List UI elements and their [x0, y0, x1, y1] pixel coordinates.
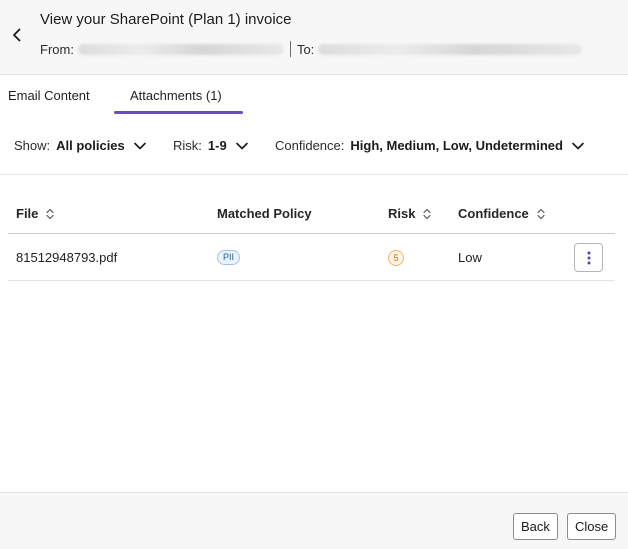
- tab-attachments[interactable]: Attachments (1): [130, 88, 222, 103]
- column-header-label: File: [16, 206, 39, 221]
- table-row[interactable]: 81512948793.pdf PII 5 Low: [8, 234, 615, 281]
- risk-score-badge: 5: [388, 250, 404, 266]
- active-tab-indicator: [114, 111, 243, 114]
- column-header-matched-policy: Matched Policy: [217, 206, 312, 221]
- back-button[interactable]: Back: [513, 513, 558, 540]
- confidence-filter-value: High, Medium, Low, Undetermined: [350, 138, 563, 153]
- from-address-redacted: [77, 43, 284, 55]
- to-address-redacted: [318, 43, 583, 55]
- chevron-down-icon: [235, 142, 248, 150]
- dialog-footer: Back Close: [0, 492, 628, 549]
- close-button[interactable]: Close: [567, 513, 617, 540]
- confidence-cell: Low: [458, 250, 482, 265]
- back-chevron-icon[interactable]: [8, 24, 26, 46]
- show-filter-dropdown[interactable]: Show: All policies: [14, 138, 146, 153]
- policy-badge: PII: [217, 250, 241, 265]
- column-header-label: Risk: [388, 206, 416, 221]
- column-header-risk[interactable]: Risk: [388, 206, 432, 221]
- to-label: To:: [296, 41, 315, 57]
- meta-divider: [289, 41, 291, 57]
- column-header-label: Confidence: [458, 206, 529, 221]
- dialog-header: View your SharePoint (Plan 1) invoice Fr…: [0, 0, 628, 75]
- more-actions-button[interactable]: [574, 243, 603, 272]
- more-vertical-icon: [587, 251, 590, 264]
- filter-bar: Show: All policies Risk: 1-9 Confidence:…: [0, 117, 628, 175]
- column-header-label: Matched Policy: [217, 206, 312, 221]
- from-label: From:: [40, 41, 74, 57]
- show-filter-value: All policies: [56, 138, 125, 153]
- chevron-down-icon: [133, 142, 146, 150]
- table-header: File Matched Policy Risk Confidence: [8, 192, 615, 234]
- risk-filter-value: 1-9: [207, 138, 227, 153]
- dialog-title: View your SharePoint (Plan 1) invoice: [40, 11, 292, 28]
- sort-icon[interactable]: [46, 208, 55, 220]
- tab-bar: Email Content Attachments (1): [0, 75, 628, 117]
- risk-filter-label: Risk:: [173, 138, 202, 153]
- chevron-down-icon: [572, 142, 584, 150]
- sort-icon[interactable]: [537, 208, 545, 220]
- confidence-filter-dropdown[interactable]: Confidence: High, Medium, Low, Undetermi…: [275, 138, 584, 153]
- confidence-filter-label: Confidence:: [275, 138, 345, 153]
- file-name-cell: 81512948793.pdf: [16, 250, 118, 265]
- tab-email-content[interactable]: Email Content: [8, 88, 90, 103]
- column-header-confidence[interactable]: Confidence: [458, 206, 545, 221]
- column-header-file[interactable]: File: [16, 206, 55, 221]
- risk-filter-dropdown[interactable]: Risk: 1-9: [173, 138, 248, 153]
- show-filter-label: Show:: [14, 138, 51, 153]
- attachments-table: File Matched Policy Risk Confidence 8151…: [8, 192, 615, 281]
- sort-icon[interactable]: [423, 208, 432, 220]
- email-meta: From: To:: [40, 41, 586, 57]
